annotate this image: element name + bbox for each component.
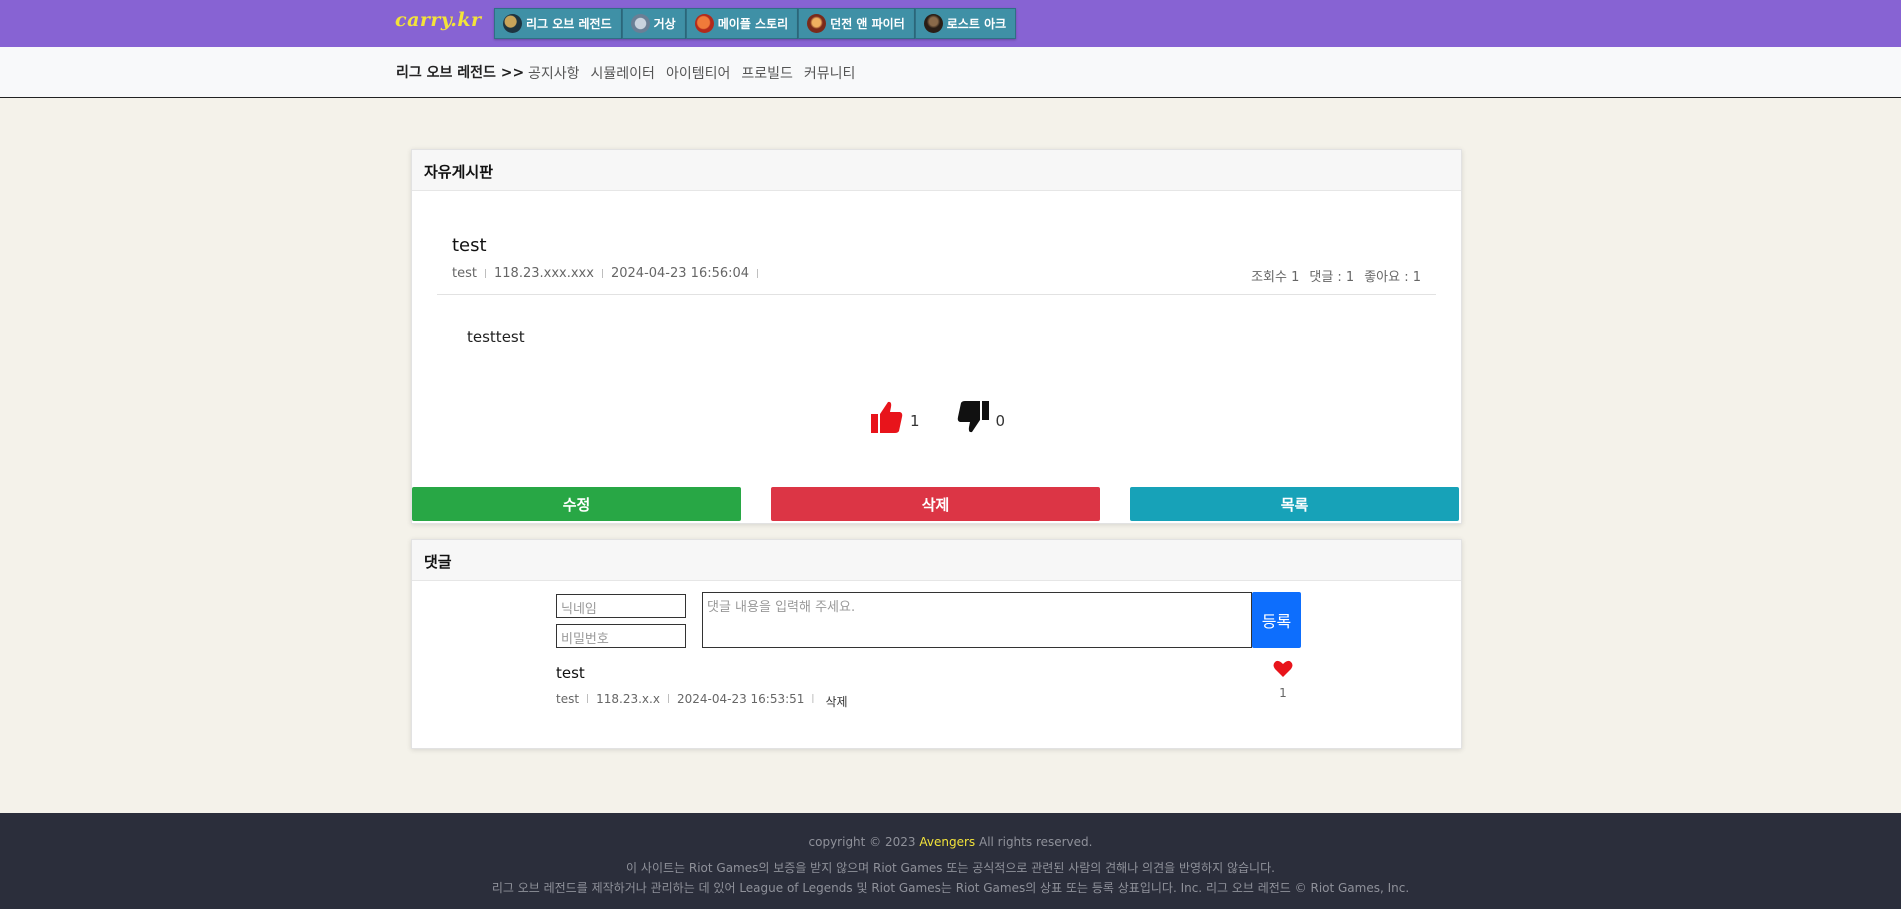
comment-like-count: 1	[1279, 686, 1287, 700]
post-body: testtest	[467, 328, 525, 346]
comment-author: test	[556, 664, 585, 682]
password-input[interactable]: 비밀번호	[556, 624, 686, 648]
game-tab-lol[interactable]: 리그 오브 레전드	[494, 8, 622, 39]
board-title: 자유게시판	[412, 150, 1461, 191]
lost-ark-icon	[923, 14, 943, 33]
thumbs-up-icon	[871, 401, 903, 433]
maplestory-icon	[694, 14, 714, 33]
game-tab-lostark[interactable]: 로스트 아크	[914, 8, 1017, 39]
dungeon-fighter-icon	[807, 14, 827, 33]
footer-copyright: copyright © 2023 Avengers All rights res…	[808, 835, 1093, 849]
list-button[interactable]: 목록	[1130, 487, 1459, 521]
meta-separator: |	[811, 693, 815, 704]
upvote-button[interactable]: 1	[870, 400, 920, 434]
edit-button[interactable]: 수정	[412, 487, 741, 521]
subnav-title: 리그 오브 레전드 >>	[396, 65, 525, 81]
comment-like-button[interactable]: 1	[1272, 660, 1294, 700]
post-views: 조회수 1	[1251, 270, 1300, 285]
footer-disclaimer-2: 리그 오브 레전드를 제작하거나 관리하는 데 있어 League of Leg…	[491, 881, 1410, 895]
downvote-button[interactable]: 0	[956, 400, 1006, 434]
post-author: test	[452, 266, 477, 281]
comment-submit-button[interactable]: 등록	[1252, 592, 1301, 648]
footer-brand: Avengers	[919, 835, 976, 849]
top-navbar: carry.kr 리그 오브 레전드 거상 메이플 스토리 던전 앤 파이터 로…	[0, 0, 1901, 47]
post-like-count: 좋아요 : 1	[1364, 270, 1421, 285]
subnav-link-notice[interactable]: 공지사항	[528, 63, 580, 83]
subnav-link-community[interactable]: 커뮤니티	[804, 63, 856, 83]
post-date: 2024-04-23 16:56:04	[610, 266, 750, 281]
sub-navbar: 리그 오브 레전드 >> 공지사항 시뮬레이터 아이템티어 프로빌드 커뮤니티	[0, 47, 1901, 98]
footer: copyright © 2023 Avengers All rights res…	[0, 813, 1901, 909]
nickname-input[interactable]: 닉네임	[556, 594, 686, 618]
game-tab-dnf[interactable]: 던전 앤 파이터	[798, 8, 915, 39]
meta-separator: |	[483, 268, 488, 279]
comment-date: 2024-04-23 16:53:51	[676, 691, 805, 706]
subnav-link-probuild[interactable]: 프로빌드	[741, 63, 793, 83]
meta-separator: |	[600, 268, 604, 279]
upvote-count: 1	[910, 412, 920, 430]
thumbs-down-icon	[957, 401, 989, 433]
comments-card: 댓글 닉네임 비밀번호 댓글 내용을 입력해 주세요. 등록 test test…	[411, 539, 1462, 749]
meta-separator: |	[586, 693, 590, 704]
vote-area: 1 0	[870, 400, 1041, 434]
comments-title: 댓글	[412, 540, 1461, 581]
subnav-link-simulator[interactable]: 시뮬레이터	[591, 63, 655, 83]
game-tab-maplestory[interactable]: 메이플 스토리	[685, 8, 799, 39]
subnav-links: 공지사항 시뮬레이터 아이템티어 프로빌드 커뮤니티	[528, 63, 855, 83]
post-ip: 118.23.xxx.xxx	[494, 266, 594, 281]
comment-delete-link[interactable]: 삭제	[825, 693, 847, 710]
post-card: 자유게시판 test test | 118.23.xxx.xxx | 2024-…	[411, 149, 1462, 524]
delete-button[interactable]: 삭제	[771, 487, 1100, 521]
footer-disclaimer-1: 이 사이트는 Riot Games의 보증을 받지 않으며 Riot Games…	[626, 861, 1275, 875]
meta-separator: |	[756, 268, 760, 279]
post-divider	[437, 294, 1436, 295]
league-of-legends-icon	[503, 14, 522, 33]
comment-textarea[interactable]: 댓글 내용을 입력해 주세요.	[702, 592, 1252, 648]
site-logo[interactable]: carry.kr	[395, 9, 482, 31]
post-stats: 조회수 1 댓글 : 1 좋아요 : 1	[1251, 266, 1421, 285]
post-meta: test | 118.23.xxx.xxx | 2024-04-23 16:56…	[452, 266, 766, 281]
game-tab-geosang[interactable]: 거상	[621, 8, 686, 39]
subnav-link-item-tier[interactable]: 아이템티어	[666, 63, 730, 83]
heart-icon	[1273, 660, 1293, 677]
downvote-count: 0	[995, 412, 1006, 430]
post-title: test	[452, 235, 487, 256]
comment-author-name: test	[556, 691, 580, 706]
comment-meta: test | 118.23.x.x | 2024-04-23 16:53:51 …	[556, 687, 848, 710]
meta-separator: |	[666, 693, 670, 704]
game-tabs: 리그 오브 레전드 거상 메이플 스토리 던전 앤 파이터 로스트 아크	[494, 8, 1017, 39]
post-comment-count: 댓글 : 1	[1309, 270, 1355, 285]
geosang-icon	[630, 14, 650, 33]
comment-ip: 118.23.x.x	[596, 691, 660, 706]
